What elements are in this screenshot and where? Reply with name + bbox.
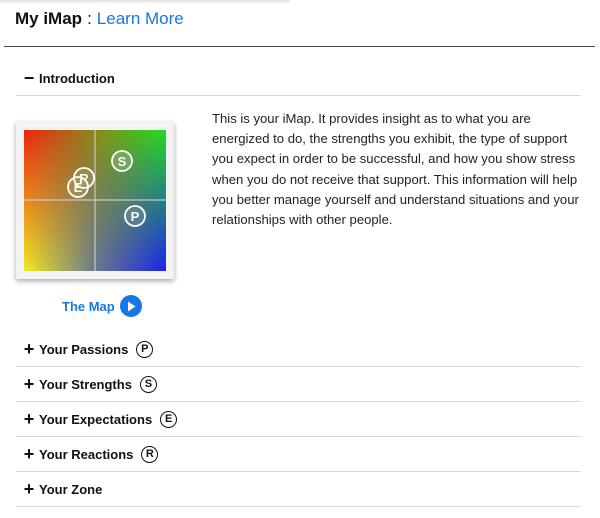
section-reactions[interactable]: + Your Reactions R xyxy=(16,437,581,472)
section-label: Your Strengths xyxy=(39,376,132,392)
page-header: My iMap : Learn More xyxy=(15,9,184,33)
svg-text:P: P xyxy=(131,209,140,224)
page-title: My iMap xyxy=(15,9,83,28)
learn-more-link[interactable]: Learn More xyxy=(97,9,184,29)
introduction-text: This is your iMap. It provides insight a… xyxy=(212,111,579,228)
plus-icon: + xyxy=(23,479,35,499)
marker-p: P xyxy=(124,205,146,227)
plus-icon: + xyxy=(23,409,35,429)
title-separator: : xyxy=(87,9,92,28)
expectations-badge-icon: E xyxy=(160,410,178,428)
play-icon[interactable] xyxy=(119,295,142,317)
section-label: Your Passions xyxy=(39,341,129,357)
top-shadow xyxy=(0,0,290,4)
strengths-badge-icon: S xyxy=(139,375,157,393)
imap-thumbnail[interactable]: S R E P xyxy=(16,122,174,279)
plus-icon: + xyxy=(23,339,35,359)
the-map-link[interactable]: The Map xyxy=(62,294,142,318)
section-expectations[interactable]: + Your Expectations E xyxy=(16,402,581,437)
marker-s: S xyxy=(111,150,133,172)
plus-icon: + xyxy=(23,444,35,464)
reactions-badge-icon: R xyxy=(141,445,159,463)
section-strengths[interactable]: + Your Strengths S xyxy=(16,367,581,402)
section-label: Your Reactions xyxy=(39,446,134,462)
section-label: Your Expectations xyxy=(39,411,153,427)
svg-text:E: E xyxy=(74,180,83,195)
section-label: Introduction xyxy=(39,70,115,86)
section-passions[interactable]: + Your Passions P xyxy=(16,332,581,367)
minus-icon: − xyxy=(23,68,35,88)
section-introduction[interactable]: − Introduction xyxy=(16,61,581,96)
section-zone[interactable]: + Your Zone xyxy=(16,472,581,507)
section-label: Your Zone xyxy=(39,481,103,497)
svg-text:S: S xyxy=(118,154,127,169)
imap-graphic: S R E P xyxy=(24,130,166,271)
header-divider xyxy=(4,46,595,47)
passions-badge-icon: P xyxy=(136,340,154,358)
marker-e: E xyxy=(67,176,89,198)
plus-icon: + xyxy=(23,374,35,394)
map-caption-label: The Map xyxy=(62,298,115,314)
